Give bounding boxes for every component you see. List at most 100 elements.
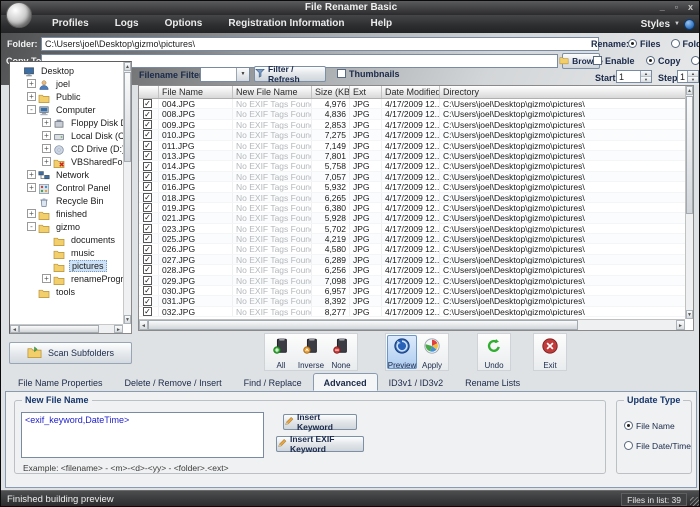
expand-toggle[interactable]: + bbox=[27, 183, 36, 192]
scroll-up-icon[interactable]: ▲ bbox=[686, 86, 693, 95]
tree-item-renameprograms[interactable]: +renamePrograms bbox=[10, 272, 123, 285]
tree-item-local-disk-c[interactable]: +Local Disk (C:) bbox=[10, 129, 123, 142]
expand-toggle[interactable]: - bbox=[27, 105, 36, 114]
tree-item-desktop[interactable]: Desktop bbox=[10, 64, 123, 77]
column-header-directory[interactable]: Directory bbox=[440, 86, 686, 98]
apply-button[interactable]: Apply bbox=[417, 335, 447, 369]
table-row[interactable]: ✓018.JPGNo EXIF Tags Found6,265JPG4/17/2… bbox=[139, 193, 685, 203]
row-checkbox[interactable]: ✓ bbox=[143, 297, 152, 306]
row-checkbox[interactable]: ✓ bbox=[143, 255, 152, 264]
tab-advanced[interactable]: Advanced bbox=[313, 373, 378, 391]
minimize-button[interactable]: _ bbox=[660, 2, 665, 12]
expand-toggle[interactable]: + bbox=[42, 157, 51, 166]
inverse-button[interactable]: Inverse bbox=[296, 335, 326, 369]
table-row[interactable]: ✓014.JPGNo EXIF Tags Found5,758JPG4/17/2… bbox=[139, 161, 685, 171]
expand-toggle[interactable]: + bbox=[27, 170, 36, 179]
row-checkbox[interactable]: ✓ bbox=[143, 276, 152, 285]
tree-horizontal-scrollbar[interactable]: ◄ ► bbox=[10, 324, 123, 333]
start-stepper[interactable]: 1 ▲▼ bbox=[616, 70, 652, 83]
table-header[interactable]: File NameNew File NameSize (KB)ExtDate M… bbox=[139, 86, 685, 99]
row-checkbox[interactable]: ✓ bbox=[143, 151, 152, 160]
thumbnails-checkbox[interactable]: Thumbnails bbox=[337, 69, 400, 79]
tree-item-cd-drive-d-virtualbox-guest[interactable]: +CD Drive (D:) VirtualBox Guest bbox=[10, 142, 123, 155]
menu-profiles[interactable]: Profiles bbox=[39, 15, 102, 33]
expand-toggle[interactable]: + bbox=[42, 118, 51, 127]
row-checkbox[interactable]: ✓ bbox=[143, 182, 152, 191]
insert-keyword-button[interactable]: Insert Keyword bbox=[283, 414, 357, 430]
expand-toggle[interactable]: + bbox=[42, 274, 51, 283]
row-checkbox[interactable]: ✓ bbox=[143, 224, 152, 233]
column-header-new-file-name[interactable]: New File Name bbox=[233, 86, 312, 98]
update-type-radio-file-name[interactable]: File Name bbox=[624, 421, 675, 431]
scroll-up-icon[interactable]: ▲ bbox=[124, 62, 131, 71]
update-type-radio-file-date-time[interactable]: File Date/Time bbox=[624, 441, 691, 451]
menu-logs[interactable]: Logs bbox=[102, 15, 152, 33]
spin-down-icon[interactable]: ▼ bbox=[641, 77, 651, 82]
table-vertical-scrollbar[interactable]: ▲ ▼ bbox=[685, 86, 693, 319]
expand-toggle[interactable]: + bbox=[27, 209, 36, 218]
row-checkbox[interactable]: ✓ bbox=[143, 193, 152, 202]
tab-id3v1-id3v2[interactable]: ID3v1 / ID3v2 bbox=[378, 374, 455, 391]
tree-item-joel[interactable]: +joel bbox=[10, 77, 123, 90]
table-row[interactable]: ✓021.JPGNo EXIF Tags Found5,928JPG4/17/2… bbox=[139, 213, 685, 223]
table-row[interactable]: ✓032.JPGNo EXIF Tags Found8,277JPG4/17/2… bbox=[139, 307, 685, 317]
tree-item-network[interactable]: +Network bbox=[10, 168, 123, 181]
tab-delete-remove-insert[interactable]: Delete / Remove / Insert bbox=[114, 374, 233, 391]
table-row[interactable]: ✓026.JPGNo EXIF Tags Found4,580JPG4/17/2… bbox=[139, 244, 685, 254]
scroll-right-icon[interactable]: ► bbox=[676, 320, 685, 330]
tree-item-tools[interactable]: tools bbox=[10, 285, 123, 298]
row-checkbox[interactable]: ✓ bbox=[143, 110, 152, 119]
row-checkbox[interactable]: ✓ bbox=[143, 99, 152, 108]
table-row[interactable]: ✓004.JPGNo EXIF Tags Found4,976JPG4/17/2… bbox=[139, 99, 685, 109]
row-checkbox[interactable]: ✓ bbox=[143, 162, 152, 171]
table-row[interactable]: ✓025.JPGNo EXIF Tags Found4,219JPG4/17/2… bbox=[139, 234, 685, 244]
expand-toggle[interactable]: + bbox=[27, 92, 36, 101]
row-checkbox[interactable]: ✓ bbox=[143, 265, 152, 274]
table-row[interactable]: ✓015.JPGNo EXIF Tags Found7,057JPG4/17/2… bbox=[139, 172, 685, 182]
row-checkbox[interactable]: ✓ bbox=[143, 120, 152, 129]
tree-item-floppy-disk-drive-a[interactable]: +Floppy Disk Drive (A:) bbox=[10, 116, 123, 129]
tree-item-music[interactable]: music bbox=[10, 246, 123, 259]
preview-button[interactable]: Preview bbox=[387, 335, 417, 369]
expand-toggle[interactable]: - bbox=[27, 222, 36, 231]
table-row[interactable]: ✓016.JPGNo EXIF Tags Found5,932JPG4/17/2… bbox=[139, 182, 685, 192]
column-header-ext[interactable]: Ext bbox=[350, 86, 382, 98]
row-checkbox[interactable]: ✓ bbox=[143, 307, 152, 316]
insert-exif-keyword-button[interactable]: Insert EXIF Keyword bbox=[276, 436, 364, 452]
row-checkbox[interactable]: ✓ bbox=[143, 203, 152, 212]
row-checkbox[interactable]: ✓ bbox=[143, 172, 152, 181]
scroll-left-icon[interactable]: ◄ bbox=[139, 320, 148, 330]
close-button[interactable]: x bbox=[688, 2, 693, 12]
tree-item-gizmo[interactable]: -gizmo bbox=[10, 220, 123, 233]
menu-options[interactable]: Options bbox=[152, 15, 216, 33]
step-stepper[interactable]: 1 ▲▼ bbox=[677, 70, 699, 83]
table-row[interactable]: ✓023.JPGNo EXIF Tags Found5,702JPG4/17/2… bbox=[139, 224, 685, 234]
table-row[interactable]: ✓013.JPGNo EXIF Tags Found7,801JPG4/17/2… bbox=[139, 151, 685, 161]
menu-help[interactable]: Help bbox=[357, 15, 405, 33]
mode-radio-move[interactable]: Move bbox=[691, 56, 700, 66]
enable-checkbox[interactable]: Enable bbox=[593, 56, 635, 66]
none-button[interactable]: None bbox=[326, 335, 356, 369]
tab-rename-lists[interactable]: Rename Lists bbox=[454, 374, 531, 391]
resize-grip[interactable] bbox=[690, 497, 699, 506]
tab-find-replace[interactable]: Find / Replace bbox=[233, 374, 313, 391]
exit-button[interactable]: Exit bbox=[535, 335, 565, 369]
column-header-date-modified[interactable]: Date Modified bbox=[382, 86, 440, 98]
table-row[interactable]: ✓009.JPGNo EXIF Tags Found2,853JPG4/17/2… bbox=[139, 120, 685, 130]
folder-input[interactable] bbox=[41, 37, 599, 51]
tree-item-finished[interactable]: +finished bbox=[10, 207, 123, 220]
table-row[interactable]: ✓011.JPGNo EXIF Tags Found7,149JPG4/17/2… bbox=[139, 141, 685, 151]
table-row[interactable]: ✓019.JPGNo EXIF Tags Found6,380JPG4/17/2… bbox=[139, 203, 685, 213]
expand-toggle[interactable]: + bbox=[27, 79, 36, 88]
column-header-size-kb[interactable]: Size (KB) bbox=[312, 86, 350, 98]
rename-radio-files[interactable]: Files bbox=[628, 39, 661, 49]
tree-item-recycle-bin[interactable]: Recycle Bin bbox=[10, 194, 123, 207]
expand-toggle[interactable]: + bbox=[42, 144, 51, 153]
filename-filter-dropdown[interactable]: ▼ bbox=[200, 67, 250, 82]
column-header-file-name[interactable]: File Name bbox=[159, 86, 233, 98]
maximize-button[interactable]: ▫ bbox=[675, 2, 678, 12]
row-checkbox[interactable]: ✓ bbox=[143, 213, 152, 222]
table-row[interactable]: ✓031.JPGNo EXIF Tags Found8,392JPG4/17/2… bbox=[139, 296, 685, 306]
row-checkbox[interactable]: ✓ bbox=[143, 130, 152, 139]
tree-item-pictures[interactable]: pictures bbox=[10, 259, 123, 272]
